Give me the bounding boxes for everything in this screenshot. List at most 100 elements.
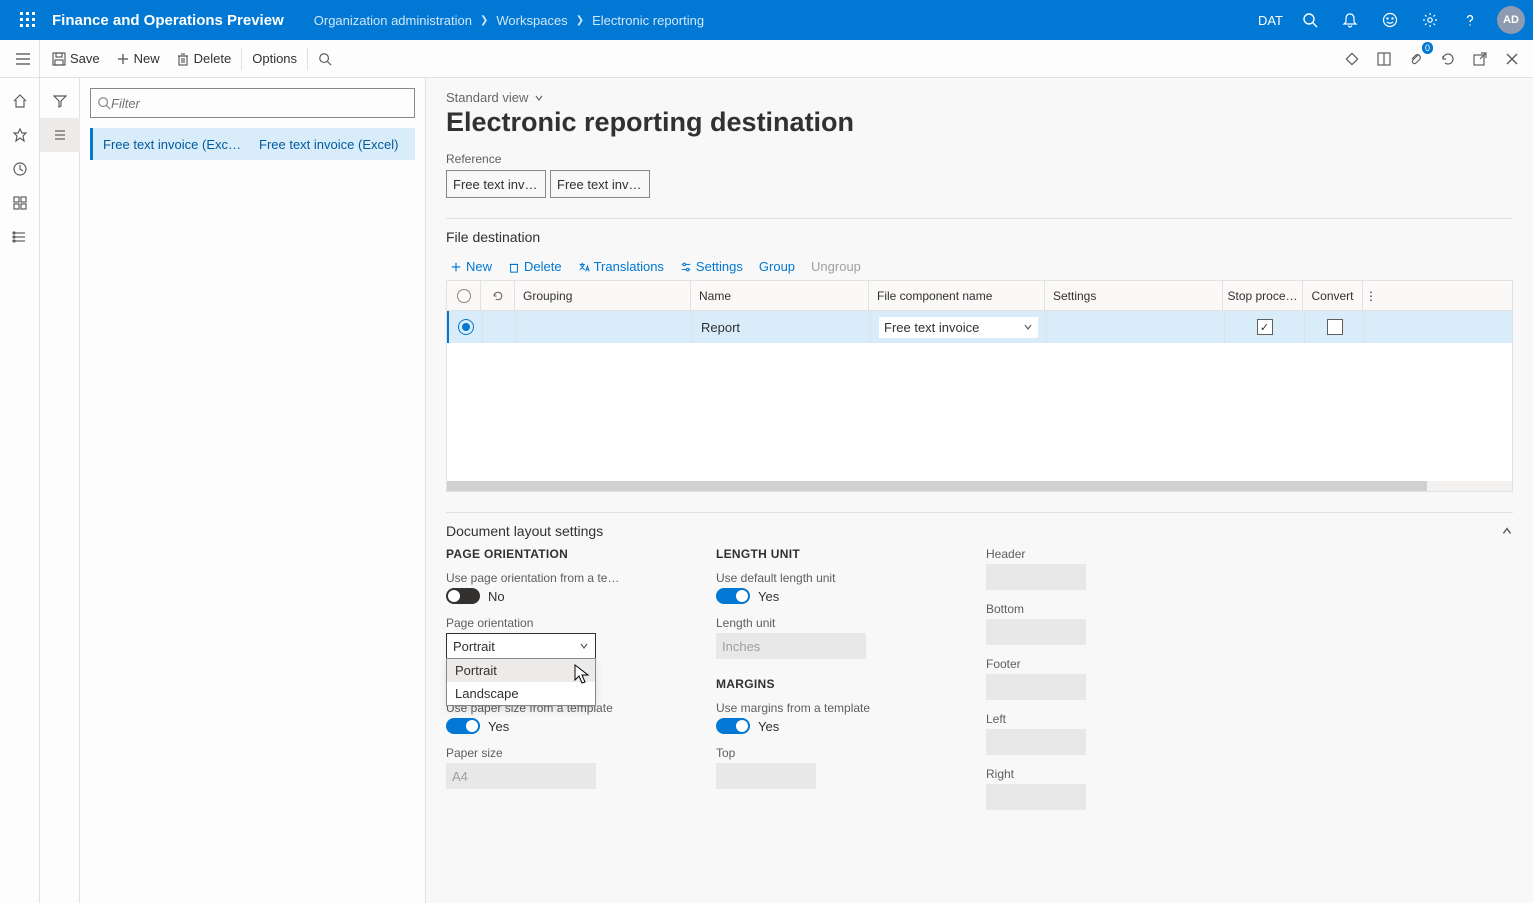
search-icon[interactable] [1293, 0, 1327, 40]
convert-checkbox[interactable] [1327, 319, 1343, 335]
options-button[interactable]: Options [244, 40, 305, 78]
panel-icon[interactable] [1369, 44, 1399, 74]
page-orientation-dropdown: Portrait Landscape [446, 658, 596, 706]
filter-funnel-icon[interactable] [40, 84, 80, 118]
modules-icon[interactable] [0, 220, 40, 254]
chevron-right-icon: ❯ [576, 15, 584, 26]
left-input [986, 729, 1086, 755]
dropdown-option-portrait[interactable]: Portrait [447, 659, 595, 682]
bottom-label: Bottom [986, 602, 1216, 616]
grid-delete-button[interactable]: Delete [508, 259, 562, 274]
length-unit-heading: LENGTH UNIT [716, 547, 946, 561]
more-columns-icon[interactable]: ⋮ [1363, 281, 1379, 310]
home-icon[interactable] [0, 84, 40, 118]
filter-input[interactable] [111, 96, 408, 111]
user-avatar[interactable]: AD [1497, 6, 1525, 34]
toggle-value: Yes [488, 719, 509, 734]
list-panel-icon[interactable] [40, 118, 80, 152]
save-button[interactable]: Save [44, 40, 108, 78]
stop-checkbox[interactable] [1257, 319, 1273, 335]
use-orientation-template-toggle[interactable] [446, 588, 480, 604]
new-button[interactable]: New [108, 40, 168, 78]
search-action-icon[interactable] [310, 40, 340, 78]
paper-size-label: Paper size [446, 746, 676, 760]
horizontal-scrollbar[interactable] [447, 481, 1512, 491]
row-select-icon[interactable] [459, 320, 473, 334]
breadcrumb-1[interactable]: Workspaces [496, 13, 567, 28]
select-all-header[interactable] [447, 281, 481, 310]
breadcrumb-0[interactable]: Organization administration [314, 13, 472, 28]
use-default-length-toggle[interactable] [716, 588, 750, 604]
chevron-down-icon [534, 93, 544, 103]
star-icon[interactable] [0, 118, 40, 152]
settings-header[interactable]: Settings [1045, 281, 1223, 310]
paper-size-input: A4 [446, 763, 596, 789]
help-icon[interactable] [1453, 0, 1487, 40]
use-margins-template-label: Use margins from a template [716, 701, 946, 715]
table-row[interactable]: Report Free text invoice [447, 311, 1512, 343]
row-component-cell[interactable]: Free text invoice [879, 317, 1038, 338]
list-item-col1: Free text invoice (Exc… [103, 137, 249, 152]
page-orientation-select[interactable]: Portrait Portrait Landscape [446, 633, 596, 659]
popout-icon[interactable] [1465, 44, 1495, 74]
grid-translations-button[interactable]: Translations [578, 259, 664, 274]
margin-top-label: Top [716, 746, 946, 760]
grid-group-button[interactable]: Group [759, 259, 795, 274]
chevron-right-icon: ❯ [480, 15, 488, 26]
right-input [986, 784, 1086, 810]
recent-icon[interactable] [0, 152, 40, 186]
convert-header[interactable]: Convert [1303, 281, 1363, 310]
header-label: Header [986, 547, 1216, 561]
name-header[interactable]: Name [691, 281, 869, 310]
grid-new-button[interactable]: New [450, 259, 492, 274]
margins-heading: MARGINS [716, 677, 946, 691]
app-brand: Finance and Operations Preview [52, 12, 284, 29]
reference-value-0[interactable]: Free text inv… [446, 170, 546, 198]
left-label: Left [986, 712, 1216, 726]
row-name-cell[interactable]: Report [693, 311, 871, 343]
hamburger-icon[interactable] [6, 40, 40, 78]
list-pane: Free text invoice (Exc… Free text invoic… [80, 78, 426, 903]
attachment-icon[interactable]: 0 [1401, 44, 1431, 74]
delete-button[interactable]: Delete [168, 40, 240, 78]
view-label: Standard view [446, 90, 528, 105]
diamond-icon[interactable] [1337, 44, 1367, 74]
view-selector[interactable]: Standard view [446, 90, 544, 105]
smiley-icon[interactable] [1373, 0, 1407, 40]
length-unit-input: Inches [716, 633, 866, 659]
use-orientation-template-label: Use page orientation from a te… [446, 571, 676, 585]
company-code[interactable]: DAT [1258, 13, 1283, 28]
bell-icon[interactable] [1333, 0, 1367, 40]
margin-top-input [716, 763, 816, 789]
header-input [986, 564, 1086, 590]
footer-input [986, 674, 1086, 700]
dropdown-option-landscape[interactable]: Landscape [447, 682, 595, 705]
collapse-section-icon[interactable] [1501, 525, 1513, 537]
workspace-icon[interactable] [0, 186, 40, 220]
reference-value-1[interactable]: Free text inv… [550, 170, 650, 198]
waffle-icon[interactable] [8, 0, 48, 40]
length-unit-label: Length unit [716, 616, 946, 630]
list-item[interactable]: Free text invoice (Exc… Free text invoic… [90, 128, 415, 160]
breadcrumb-2[interactable]: Electronic reporting [592, 13, 704, 28]
secondary-rail [40, 78, 80, 903]
refresh-icon[interactable] [1433, 44, 1463, 74]
list-item-col2: Free text invoice (Excel) [259, 137, 405, 152]
grid-settings-button[interactable]: Settings [680, 259, 743, 274]
right-label: Right [986, 767, 1216, 781]
gear-icon[interactable] [1413, 0, 1447, 40]
use-margins-template-toggle[interactable] [716, 718, 750, 734]
component-header[interactable]: File component name [869, 281, 1045, 310]
toggle-value: Yes [758, 719, 779, 734]
breadcrumbs: Organization administration ❯ Workspaces… [314, 13, 1258, 28]
delete-label: Delete [194, 51, 232, 66]
stop-header[interactable]: Stop proce… [1223, 281, 1303, 310]
close-icon[interactable] [1497, 44, 1527, 74]
footer-label: Footer [986, 657, 1216, 671]
use-papersize-template-toggle[interactable] [446, 718, 480, 734]
chevron-down-icon [1023, 322, 1033, 332]
grouping-header[interactable]: Grouping [515, 281, 691, 310]
reference-label: Reference [446, 152, 1513, 166]
page-orientation-label: Page orientation [446, 616, 676, 630]
refresh-column-header[interactable] [481, 281, 515, 310]
